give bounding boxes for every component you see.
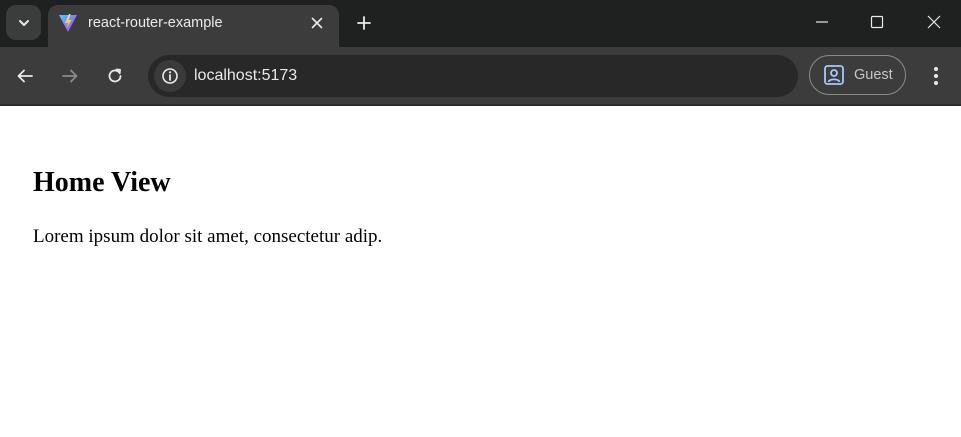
tab-close-button[interactable] [306,12,328,34]
page-content: Home View Lorem ipsum dolor sit amet, co… [0,106,961,437]
site-info-button[interactable] [154,60,186,92]
page-title: Home View [33,167,171,198]
back-button[interactable] [8,59,42,93]
reload-icon [108,68,122,83]
close-icon [311,17,323,29]
reload-button[interactable] [98,59,132,93]
chevron-down-icon [18,19,29,26]
plus-icon [357,16,371,30]
url-text: localhost:5173 [194,67,298,84]
profile-label: Guest [854,67,893,83]
kebab-menu-icon [934,67,938,85]
tab-active[interactable]: react-router-example [48,5,339,47]
browser-menu-button[interactable] [921,59,951,93]
forward-button[interactable] [53,59,87,93]
profile-button[interactable]: Guest [809,55,906,95]
vite-logo-icon [59,14,77,32]
address-bar[interactable]: localhost:5173 [148,55,798,97]
browser-toolbar: localhost:5173 Guest [0,47,961,104]
arrow-right-icon [62,69,78,83]
close-window-button[interactable] [907,0,961,44]
minimize-icon [816,21,828,23]
tab-search-button[interactable] [6,5,41,40]
info-icon [162,68,178,84]
close-icon [927,15,941,29]
new-tab-button[interactable] [350,9,378,37]
tab-title: react-router-example [88,15,223,31]
minimize-button[interactable] [795,0,849,44]
page-paragraph: Lorem ipsum dolor sit amet, consectetur … [33,226,383,247]
browser-window: react-router-example localhost:5173 Gues… [0,0,961,437]
maximize-icon [870,15,884,29]
maximize-button[interactable] [850,0,904,44]
person-icon [824,65,844,85]
tab-strip: react-router-example [0,0,961,47]
arrow-left-icon [17,69,33,83]
